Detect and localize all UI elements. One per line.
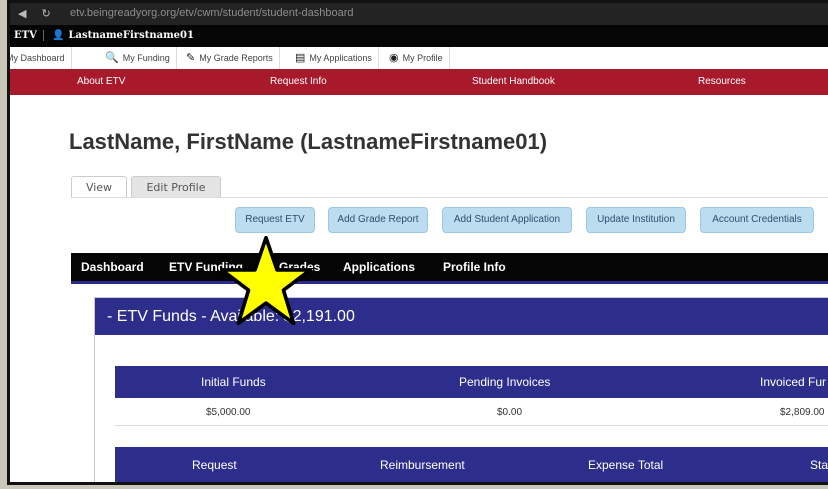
add-student-application-button[interactable]: Add Student Application xyxy=(442,207,572,233)
url-text[interactable]: etv.beingreadyorg.org/etv/cwm/student/st… xyxy=(70,7,354,19)
main-red-nav: About ETV Request Info Student Handbook … xyxy=(10,69,828,95)
quick-link-label: My Dashboard xyxy=(10,53,65,63)
quick-links-bar: My Dashboard 🔍 My Funding ✎ My Grade Repor… xyxy=(10,47,828,70)
funds-panel-header[interactable]: - ETV Funds - Available: $2,191.00 xyxy=(95,298,828,335)
page-title: LastName, FirstName (LastnameFirstname01… xyxy=(69,129,548,154)
quick-link-label: My Applications xyxy=(309,53,372,63)
col-status: Sta xyxy=(810,458,828,472)
pencil-icon: ✎ xyxy=(186,52,196,64)
user-menu[interactable]: 👤 LastnameFirstname01 xyxy=(52,30,194,41)
menu-dashboard[interactable]: Dashboard xyxy=(81,260,144,274)
person-icon: 👤 xyxy=(52,30,65,41)
invoiced-funds-value: $2,809.00 xyxy=(780,407,825,418)
menu-profile-info[interactable]: Profile Info xyxy=(443,260,506,274)
star-shape xyxy=(220,235,312,326)
nav-student-handbook[interactable]: Student Handbook xyxy=(472,76,555,87)
table-row: $5,000.00 $0.00 $2,809.00 xyxy=(115,399,828,426)
search-money-icon: 🔍 xyxy=(105,52,119,64)
user-circle-icon: ◉ xyxy=(389,52,399,64)
initial-funds-value: $5,000.00 xyxy=(206,407,251,418)
funds-summary-header: Initial Funds Pending Invoices Invoiced … xyxy=(115,366,828,398)
browser-nav-icons[interactable]: ◀ ↻ xyxy=(18,7,57,20)
student-section-menu: Dashboard ETV Funding Grades Application… xyxy=(71,253,828,284)
col-reimbursement: Reimbursement xyxy=(380,458,465,472)
requests-table-header: Request Reimbursement Expense Total Sta xyxy=(115,447,828,482)
username: LastnameFirstname01 xyxy=(68,30,194,41)
account-credentials-button[interactable]: Account Credentials xyxy=(700,207,814,233)
browser-viewport: ◀ ↻ etv.beingreadyorg.org/etv/cwm/studen… xyxy=(10,3,828,482)
col-request: Request xyxy=(192,458,237,472)
nav-about-etv[interactable]: About ETV xyxy=(77,76,125,87)
menu-applications[interactable]: Applications xyxy=(343,260,415,274)
browser-url-bar[interactable]: ◀ ↻ etv.beingreadyorg.org/etv/cwm/studen… xyxy=(10,3,828,25)
nav-request-info[interactable]: Request Info xyxy=(270,76,327,87)
quick-link-my-applications[interactable]: ▤ My Applications xyxy=(289,47,379,69)
quick-link-my-profile[interactable]: ◉ My Profile xyxy=(383,47,450,69)
quick-link-my-funding[interactable]: 🔍 My Funding xyxy=(99,47,177,69)
tab-edit-profile[interactable]: Edit Profile xyxy=(131,176,221,198)
tab-divider xyxy=(71,197,828,198)
tab-view[interactable]: View xyxy=(71,176,127,198)
highlight-star-icon xyxy=(220,235,312,326)
col-invoiced-funds: Invoiced Fur xyxy=(760,375,827,389)
pending-invoices-value: $0.00 xyxy=(497,407,523,418)
col-expense-total: Expense Total xyxy=(588,458,664,472)
col-pending-invoices: Pending Invoices xyxy=(459,375,551,389)
update-institution-button[interactable]: Update Institution xyxy=(586,207,686,233)
request-etv-button[interactable]: Request ETV xyxy=(235,207,315,233)
add-grade-report-button[interactable]: Add Grade Report xyxy=(328,207,428,233)
menu-underline xyxy=(71,281,828,284)
quick-link-label: My Grade Reports xyxy=(199,53,273,63)
quick-link-label: My Funding xyxy=(122,53,170,63)
clipboard-icon: ▤ xyxy=(295,52,306,64)
col-initial-funds: Initial Funds xyxy=(201,375,266,389)
quick-link-my-dashboard[interactable]: My Dashboard xyxy=(10,47,72,69)
app-top-bar: ETV 👤 LastnameFirstname01 xyxy=(10,25,828,47)
nav-resources[interactable]: Resources xyxy=(698,76,746,87)
quick-link-my-grade-reports[interactable]: ✎ My Grade Reports xyxy=(180,47,280,69)
screenshot-frame: ◀ ↻ etv.beingreadyorg.org/etv/cwm/studen… xyxy=(7,0,828,485)
etv-brand[interactable]: ETV xyxy=(14,30,44,41)
quick-link-label: My Profile xyxy=(402,53,443,63)
